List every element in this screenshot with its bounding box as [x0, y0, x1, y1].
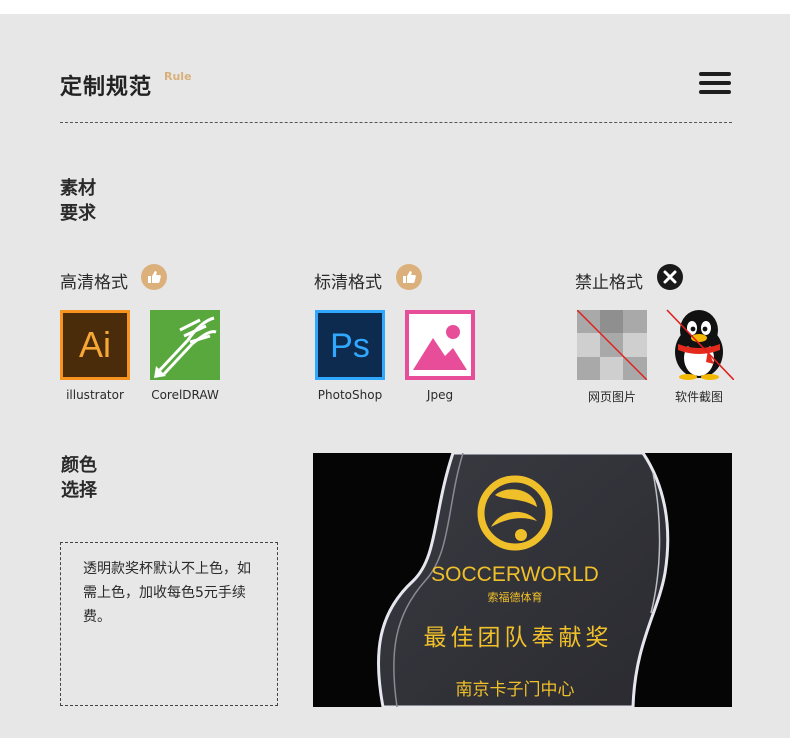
jpeg-image-icon	[405, 310, 475, 380]
adobe-illustrator-icon: Ai	[60, 310, 130, 380]
material-title-line1: 素材	[60, 178, 96, 199]
trophy-photo: SOCCERWORLD 索福德体育 最佳团队奉献奖 南京卡子门中心	[313, 453, 732, 707]
coreldraw-icon	[150, 310, 220, 380]
sd-format-label: 标清格式	[314, 273, 382, 293]
screenshot-caption: 软件截图	[674, 390, 723, 404]
color-title-line2: 选择	[61, 480, 97, 501]
color-section-title: 颜色 选择	[61, 453, 121, 503]
jpeg-caption: Jpeg	[426, 388, 454, 402]
color-note-text: 透明款奖杯默认不上色，如需上色，加收每色5元手续费。	[83, 561, 251, 625]
material-section-title: 素材 要求	[60, 176, 120, 226]
material-title-line2: 要求	[60, 203, 96, 224]
x-mark-icon	[657, 264, 683, 290]
qq-penguin-icon	[664, 308, 735, 381]
brand-name: SOCCERWORLD	[431, 563, 599, 586]
hd-format-label: 高清格式	[60, 273, 128, 293]
illustrator-glyph: Ai	[79, 324, 111, 365]
org-text: 南京卡子门中心	[456, 680, 575, 700]
hamburger-menu-icon[interactable]	[699, 72, 731, 94]
web-image-placeholder-icon	[576, 309, 648, 381]
page-subtitle: Rule	[164, 70, 192, 83]
adobe-photoshop-icon: Ps	[315, 310, 385, 380]
thumbs-up-icon	[396, 264, 422, 290]
page-title: 定制规范	[60, 75, 153, 100]
brand-name-cn: 索福德体育	[488, 590, 543, 604]
color-title-line1: 颜色	[61, 455, 97, 476]
forbidden-format-label: 禁止格式	[575, 273, 643, 293]
color-note-box: 透明款奖杯默认不上色，如需上色，加收每色5元手续费。	[60, 542, 278, 706]
thumbs-up-icon	[141, 264, 167, 290]
coreldraw-caption: CorelDRAW	[151, 388, 219, 402]
photoshop-glyph: Ps	[330, 327, 370, 365]
header-divider	[60, 122, 732, 123]
award-text: 最佳团队奉献奖	[424, 625, 613, 651]
